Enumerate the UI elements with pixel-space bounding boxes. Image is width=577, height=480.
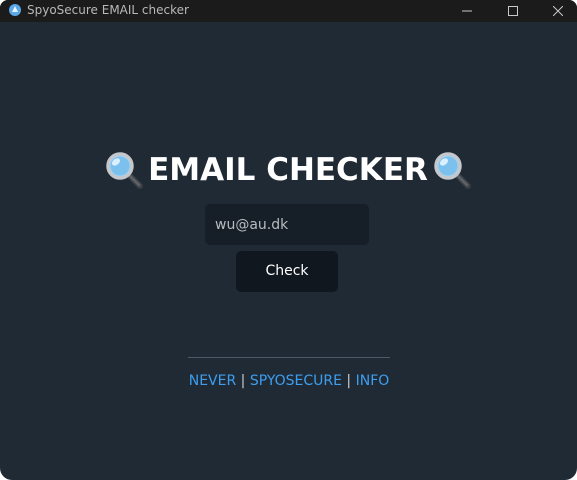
main-content: EMAIL CHECKER Check NEVER | SPYOSECURE |… (0, 22, 577, 480)
maximize-icon (508, 6, 518, 16)
heading-row: EMAIL CHECKER (100, 146, 477, 194)
never-link[interactable]: NEVER (189, 373, 236, 389)
email-input[interactable] (205, 204, 369, 245)
page-title: EMAIL CHECKER (148, 152, 428, 188)
app-window: SpyoSecure EMAIL checker EMAIL CHECKER w… (0, 0, 577, 480)
magnifying-glass-icon (106, 152, 143, 189)
divider (188, 357, 390, 358)
window-title: SpyoSecure EMAIL checker (27, 3, 189, 17)
minimize-button[interactable] (444, 0, 490, 22)
close-icon (553, 6, 563, 16)
check-button[interactable]: Check (236, 251, 338, 292)
app-logo-icon (9, 4, 21, 16)
minimize-icon (462, 10, 472, 12)
spyosecure-link[interactable]: SPYOSECURE (250, 373, 342, 389)
close-button[interactable] (535, 0, 577, 22)
link-separator: | (240, 373, 250, 389)
title-bar[interactable]: SpyoSecure EMAIL checker (0, 0, 577, 22)
info-link[interactable]: INFO (356, 373, 390, 389)
footer-links: NEVER | SPYOSECURE | INFO (130, 371, 448, 391)
maximize-button[interactable] (490, 0, 536, 22)
link-separator: | (346, 373, 356, 389)
magnifying-glass-icon (434, 152, 471, 189)
